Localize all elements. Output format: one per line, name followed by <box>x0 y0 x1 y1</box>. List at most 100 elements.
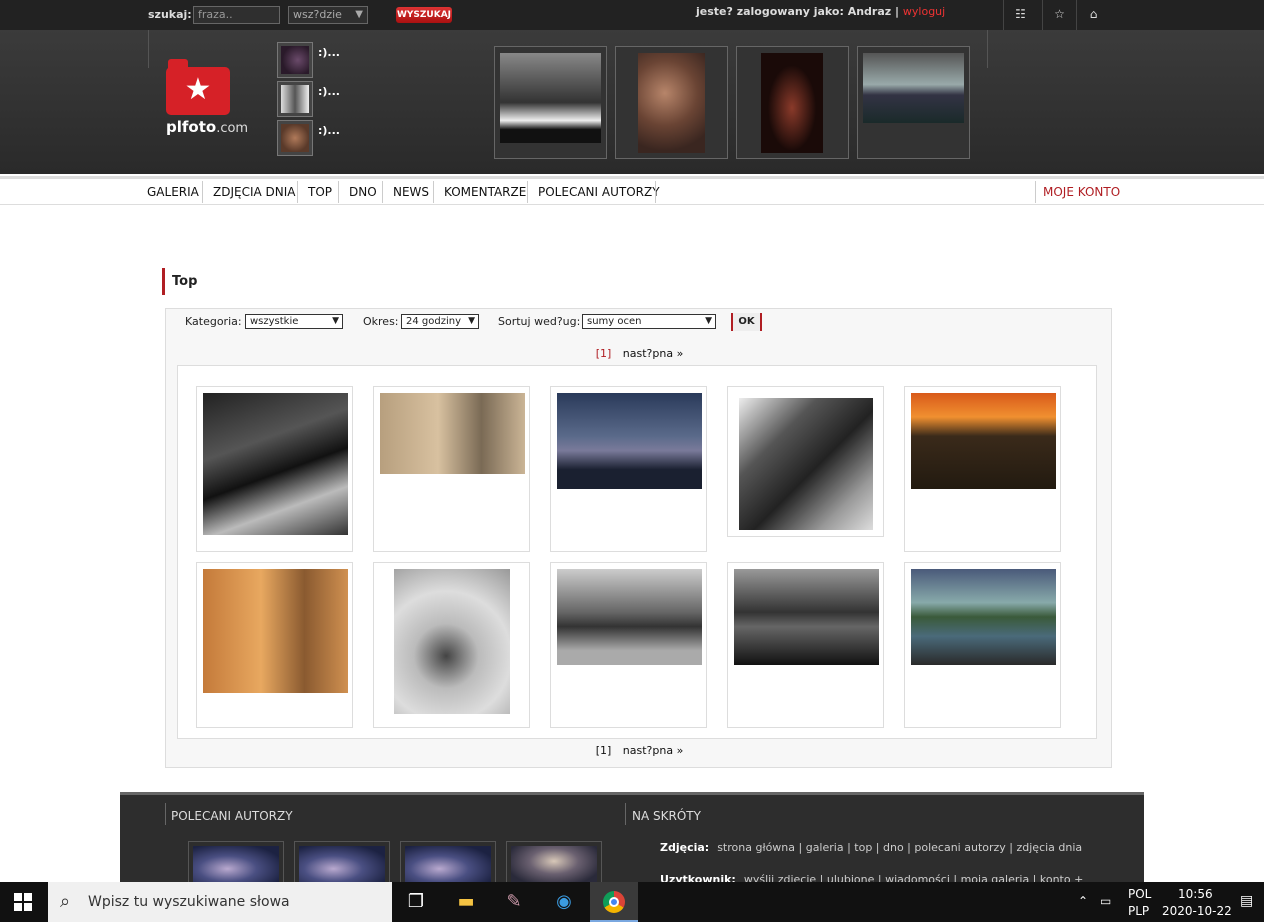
nav-separator <box>382 181 383 203</box>
footer-photos-links[interactable]: strona główna | galeria | top | dno | po… <box>717 841 1082 854</box>
header-divider <box>148 30 149 68</box>
nav-item-galeria[interactable]: GALERIA <box>147 185 199 199</box>
recent-photo-thumb[interactable] <box>277 81 313 117</box>
site-header: ★ plfoto.com :)... :)... :)... <box>0 30 1264 174</box>
photo-card[interactable] <box>904 562 1061 728</box>
nav-separator <box>433 181 434 203</box>
photo-card[interactable] <box>196 562 353 728</box>
search-icon: ⌕ <box>60 891 71 912</box>
nav-separator <box>655 181 656 203</box>
search-button[interactable]: WYSZUKAJ <box>396 7 452 23</box>
site-footer: POLECANI AUTORZY NA SKRÓTY Zdjęcia: stron… <box>120 792 1144 889</box>
featured-photo[interactable] <box>857 46 970 159</box>
sort-select[interactable]: sumy ocen ▼ <box>582 314 716 329</box>
taskbar-search-input[interactable]: ⌕ Wpisz tu wyszukiwane słowa <box>48 882 392 922</box>
recent-photo-label[interactable]: :)... <box>318 46 340 59</box>
logo-star-icon: ★ <box>184 72 212 107</box>
chevron-down-icon: ▼ <box>332 316 339 326</box>
search-input[interactable]: fraza.. <box>193 6 280 24</box>
notification-icon[interactable]: ▤ <box>1240 893 1253 909</box>
pager-next-link[interactable]: nast?pna » <box>623 744 684 757</box>
period-value: 24 godziny <box>406 316 461 327</box>
top-search-bar: szukaj: fraza.. wsz?dzie ▼ WYSZUKAJ jeste… <box>0 0 1264 30</box>
recent-photo-thumb[interactable] <box>277 42 313 78</box>
network-icon[interactable]: ▭ <box>1100 894 1111 908</box>
nav-separator <box>527 181 528 203</box>
pager-bottom: [1] nast?pna » <box>166 744 1113 757</box>
chevron-down-icon: ▼ <box>468 316 475 326</box>
footer-section-authors: POLECANI AUTORZY <box>171 809 293 823</box>
user-status: jeste? zalogowany jako: Andraz | wyloguj <box>696 5 945 18</box>
footer-divider <box>625 803 626 825</box>
lang-top[interactable]: POL <box>1128 887 1151 901</box>
tray-chevron-up-icon[interactable]: ⌃ <box>1078 894 1088 908</box>
nav-item-my-account[interactable]: MOJE KONTO <box>1043 185 1120 199</box>
clock-date[interactable]: 2020-10-22 <box>1162 904 1232 918</box>
clock-time[interactable]: 10:56 <box>1178 887 1213 901</box>
photo-grid <box>177 365 1097 739</box>
windows-taskbar: ⌕ Wpisz tu wyszukiwane słowa ❐ ▬ ✎ ◉ ⌃ ▭… <box>0 882 1264 922</box>
nav-item-zdjecia-dnia[interactable]: ZDJĘCIA DNIA <box>213 185 296 199</box>
nav-item-dno[interactable]: DNO <box>349 185 377 199</box>
nav-separator <box>1035 181 1036 203</box>
list-icon[interactable]: ☷ <box>1003 0 1037 30</box>
home-icon[interactable]: ⌂ <box>1076 0 1110 30</box>
category-select[interactable]: wszystkie ▼ <box>245 314 343 329</box>
period-select[interactable]: 24 godziny ▼ <box>401 314 479 329</box>
photo-card[interactable] <box>727 562 884 728</box>
logout-link[interactable]: wyloguj <box>903 5 945 18</box>
sort-value: sumy ocen <box>587 316 642 327</box>
sort-label: Sortuj wed?ug: <box>498 315 581 328</box>
category-value: wszystkie <box>250 316 299 327</box>
app-icon[interactable]: ◉ <box>540 882 588 922</box>
taskbar-search-placeholder: Wpisz tu wyszukiwane słowa <box>88 894 290 910</box>
page-title: Top <box>162 268 197 295</box>
pager-current[interactable]: [1] <box>596 744 612 757</box>
recent-photo-label[interactable]: :)... <box>318 124 340 137</box>
search-scope-select[interactable]: wsz?dzie ▼ <box>288 6 368 24</box>
photo-card[interactable] <box>550 386 707 552</box>
nav-separator <box>202 181 203 203</box>
period-label: Okres: <box>363 315 399 328</box>
nav-separator <box>297 181 298 203</box>
windows-start-icon[interactable] <box>14 893 32 911</box>
nav-item-komentarze[interactable]: KOMENTARZE <box>444 185 526 199</box>
header-divider <box>987 30 988 68</box>
task-view-icon[interactable]: ❐ <box>392 882 440 922</box>
chevron-down-icon: ▼ <box>705 316 712 326</box>
logo-text: plfoto.com <box>166 118 249 136</box>
lang-bottom[interactable]: PLP <box>1128 904 1149 918</box>
chrome-icon[interactable] <box>590 882 638 922</box>
search-label: szukaj: <box>148 8 192 21</box>
footer-section-shortcuts: NA SKRÓTY <box>632 809 701 823</box>
photo-card[interactable] <box>373 386 530 552</box>
search-scope-value: wsz?dzie <box>293 8 342 21</box>
photo-card[interactable] <box>373 562 530 728</box>
recent-photo-thumb[interactable] <box>277 120 313 156</box>
nav-item-polecani-autorzy[interactable]: POLECANI AUTORZY <box>538 185 660 199</box>
ok-button[interactable]: OK <box>731 313 762 331</box>
paint-icon[interactable]: ✎ <box>490 882 538 922</box>
featured-photo[interactable] <box>736 46 849 159</box>
photo-card[interactable] <box>550 562 707 728</box>
user-sep: | <box>895 5 900 18</box>
featured-photo[interactable] <box>494 46 607 159</box>
pager-current[interactable]: [1] <box>596 347 612 360</box>
recent-photo-label[interactable]: :)... <box>318 85 340 98</box>
nav-separator <box>338 181 339 203</box>
star-icon[interactable]: ☆ <box>1042 0 1076 30</box>
photo-card[interactable] <box>904 386 1061 552</box>
logged-in-text: jeste? zalogowany jako: Andraz <box>696 5 892 18</box>
pager-next-link[interactable]: nast?pna » <box>623 347 684 360</box>
photo-card[interactable] <box>727 386 884 537</box>
footer-divider <box>165 803 166 825</box>
featured-photo[interactable] <box>615 46 728 159</box>
pager-top: [1] nast?pna » <box>166 347 1113 360</box>
file-explorer-icon[interactable]: ▬ <box>442 882 490 922</box>
nav-item-news[interactable]: NEWS <box>393 185 429 199</box>
chevron-down-icon: ▼ <box>355 9 363 20</box>
nav-item-top[interactable]: TOP <box>308 185 332 199</box>
photo-card[interactable] <box>196 386 353 552</box>
main-nav: GALERIA ZDJĘCIA DNIA TOP DNO NEWS KOMENT… <box>0 176 1264 205</box>
footer-photos-label: Zdjęcia: <box>660 841 710 854</box>
